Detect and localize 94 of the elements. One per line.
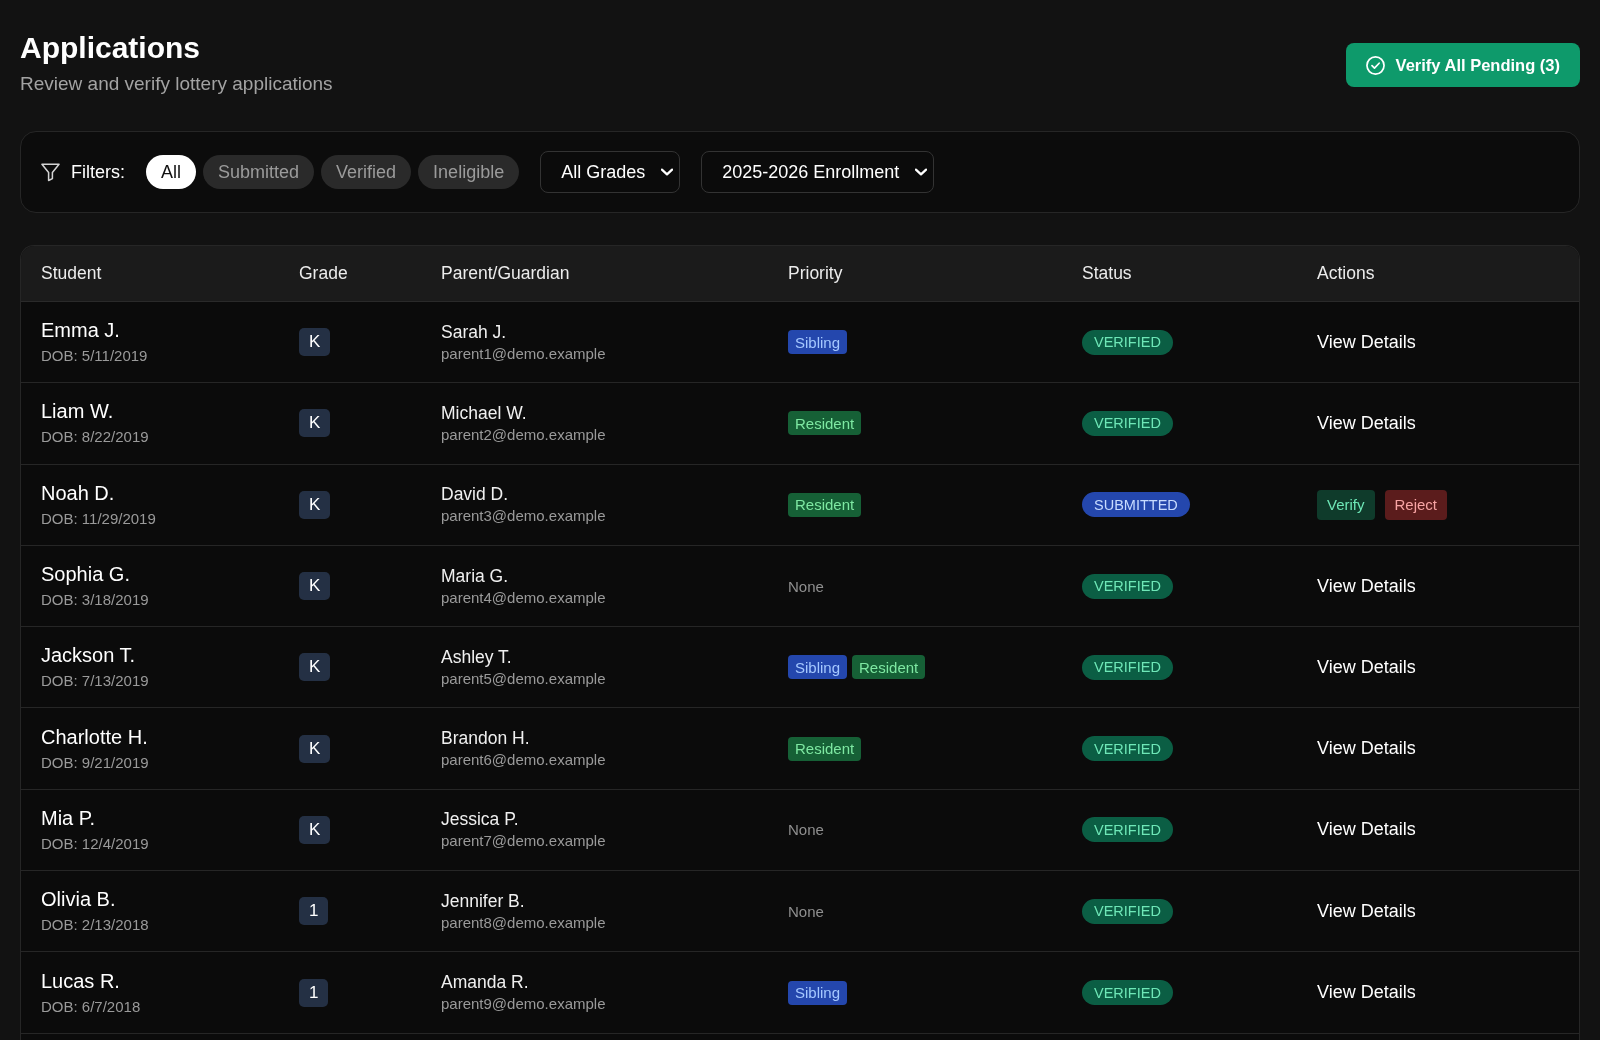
priority-text: None [788, 577, 824, 595]
student-name: Olivia B. [41, 887, 116, 912]
grade-badge: K [299, 572, 331, 601]
date-of-birth: DOB: 2/13/2018 [41, 915, 149, 936]
student-name: Noah D. [41, 480, 115, 505]
check-circle-icon [1365, 55, 1385, 75]
grade-badge: K [299, 653, 331, 682]
view-details-link[interactable]: View Details [1317, 656, 1416, 678]
guardian-name: Ashley T. [441, 645, 512, 668]
filter-chip[interactable]: Submitted [203, 155, 315, 189]
guardian-email: parent5@demo.example [441, 668, 606, 689]
priority-tag: Sibling [788, 330, 848, 355]
status-badge: VERIFIED [1082, 654, 1173, 680]
dropdown-select[interactable]: 2025-2026 Enrollment [701, 151, 935, 193]
column-header: Actions [1317, 263, 1375, 283]
priority-text: None [788, 821, 824, 839]
guardian-name: Jennifer B. [441, 889, 525, 912]
view-details-link[interactable]: View Details [1317, 331, 1416, 353]
grade-badge: K [299, 409, 331, 438]
column-header: Grade [299, 263, 348, 283]
date-of-birth: DOB: 11/29/2019 [41, 508, 156, 529]
status-badge: VERIFIED [1082, 736, 1173, 762]
column-header: Student [41, 263, 102, 283]
grade-badge: 1 [299, 978, 329, 1007]
guardian-name: Maria G. [441, 564, 509, 587]
student-name: Liam W. [41, 399, 114, 424]
filter-chip[interactable]: Ineligible [418, 155, 520, 189]
date-of-birth: DOB: 8/22/2019 [41, 427, 149, 448]
view-details-link[interactable]: View Details [1317, 900, 1416, 922]
student-name: Jackson T. [41, 643, 136, 668]
status-badge: VERIFIED [1082, 817, 1173, 843]
status-badge: VERIFIED [1082, 898, 1173, 924]
guardian-email: parent3@demo.example [441, 506, 606, 527]
date-of-birth: DOB: 7/13/2019 [41, 671, 149, 692]
guardian-email: parent1@demo.example [441, 343, 606, 364]
status-badge: VERIFIED [1082, 573, 1173, 599]
guardian-email: parent8@demo.example [441, 912, 606, 933]
grade-badge: K [299, 328, 331, 357]
page-subtitle: Review and verify lottery applications [20, 72, 333, 96]
guardian-email: parent6@demo.example [441, 750, 606, 771]
filter-icon [41, 162, 60, 182]
reject-button[interactable]: Reject [1384, 489, 1448, 520]
student-name: Lucas R. [41, 968, 120, 993]
chevron-down-icon [915, 168, 928, 176]
status-badge: SUBMITTED [1082, 492, 1190, 518]
view-details-link[interactable]: View Details [1317, 982, 1416, 1003]
page-title: Applications [20, 30, 201, 66]
date-of-birth: DOB: 9/21/2019 [41, 752, 149, 773]
view-details-link[interactable]: View Details [1317, 412, 1416, 434]
guardian-name: David D. [441, 483, 509, 506]
column-header: Parent/Guardian [441, 263, 570, 283]
guardian-email: parent7@demo.example [441, 831, 606, 852]
verify-button[interactable]: Verify [1317, 489, 1375, 520]
student-name: Mia P. [41, 805, 96, 830]
view-details-link[interactable]: View Details [1317, 738, 1416, 760]
guardian-name: Brandon H. [441, 727, 530, 750]
view-details-link[interactable]: View Details [1317, 819, 1416, 841]
guardian-email: parent9@demo.example [441, 994, 606, 1014]
status-badge: VERIFIED [1082, 410, 1173, 436]
filters-label: Filters: [71, 161, 125, 183]
grade-badge: K [299, 734, 331, 763]
dropdown-select[interactable]: All Grades [540, 151, 681, 193]
priority-text: None [788, 902, 824, 920]
grade-badge: K [299, 490, 331, 519]
priority-tag: Resident [788, 492, 862, 517]
filter-chip[interactable]: All [146, 155, 196, 189]
guardian-name: Sarah J. [441, 320, 507, 343]
date-of-birth: DOB: 3/18/2019 [41, 590, 149, 611]
guardian-name: Michael W. [441, 401, 527, 424]
view-details-link[interactable]: View Details [1317, 575, 1416, 597]
priority-tag: Resident [788, 411, 862, 436]
date-of-birth: DOB: 6/7/2018 [41, 996, 141, 1017]
grade-badge: K [299, 815, 331, 844]
column-header: Priority [788, 263, 843, 283]
student-name: Emma J. [41, 318, 120, 343]
verify-all-button[interactable]: Verify All Pending (3) [1345, 43, 1580, 87]
student-name: Sophia G. [41, 562, 130, 587]
priority-tag: Sibling [788, 655, 848, 680]
priority-tag: Resident [788, 736, 862, 761]
status-badge: VERIFIED [1082, 980, 1173, 1005]
column-header: Status [1082, 263, 1132, 283]
date-of-birth: DOB: 5/11/2019 [41, 346, 148, 367]
guardian-name: Jessica P. [441, 808, 519, 831]
filter-chip[interactable]: Verified [321, 155, 412, 189]
guardian-email: parent4@demo.example [441, 587, 606, 608]
priority-tag: Resident [852, 655, 926, 680]
guardian-name: Amanda R. [441, 971, 529, 993]
priority-tag: Sibling [788, 980, 848, 1005]
date-of-birth: DOB: 12/4/2019 [41, 833, 149, 854]
chevron-down-icon [661, 168, 674, 176]
student-name: Charlotte H. [41, 724, 148, 749]
guardian-email: parent2@demo.example [441, 424, 606, 445]
grade-badge: 1 [299, 897, 329, 926]
status-badge: VERIFIED [1082, 329, 1173, 355]
